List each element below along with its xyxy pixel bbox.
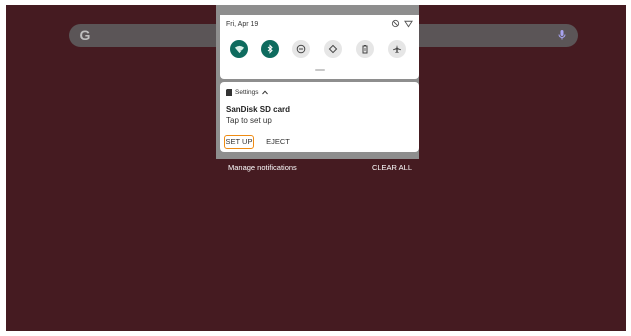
bluetooth-tile[interactable] xyxy=(261,40,279,58)
shade-footer: Manage notifications CLEAR ALL xyxy=(228,163,412,175)
dnd-icon xyxy=(391,19,400,28)
notification-app-name: Settings xyxy=(235,89,259,96)
bluetooth-icon xyxy=(267,44,273,54)
notification-body: Tap to set up xyxy=(226,116,272,125)
mic-icon[interactable] xyxy=(554,27,570,43)
auto-rotate-tile[interactable] xyxy=(324,40,342,58)
wifi-tile[interactable]: ? xyxy=(230,40,248,58)
google-icon: G xyxy=(79,27,91,43)
airplane-tile[interactable] xyxy=(388,40,406,58)
sd-card-icon xyxy=(226,89,232,96)
airplane-icon xyxy=(393,45,401,53)
wifi-icon xyxy=(404,20,413,28)
battery-icon xyxy=(362,45,368,54)
quick-settings-panel: Fri, Apr 19 ? xyxy=(220,15,419,79)
setup-button[interactable]: SET UP xyxy=(224,135,254,149)
clear-all-button[interactable]: CLEAR ALL xyxy=(372,163,412,172)
qs-drag-handle[interactable] xyxy=(315,69,325,71)
eject-button[interactable]: EJECT xyxy=(266,135,290,149)
dnd-icon xyxy=(296,44,306,54)
svg-text:?: ? xyxy=(240,49,243,54)
qs-date: Fri, Apr 19 xyxy=(226,21,259,28)
manage-notifications-link[interactable]: Manage notifications xyxy=(228,163,297,172)
qs-status-icons xyxy=(391,19,413,28)
notification-card[interactable]: Settings SanDisk SD card Tap to set up S… xyxy=(220,82,419,152)
chevron-up-icon[interactable] xyxy=(261,90,268,95)
wifi-icon: ? xyxy=(234,45,244,54)
battery-saver-tile[interactable] xyxy=(356,40,374,58)
notification-title: SanDisk SD card xyxy=(226,105,291,114)
notification-header: Settings xyxy=(226,89,268,96)
rotate-icon xyxy=(328,44,338,54)
dnd-tile[interactable] xyxy=(292,40,310,58)
